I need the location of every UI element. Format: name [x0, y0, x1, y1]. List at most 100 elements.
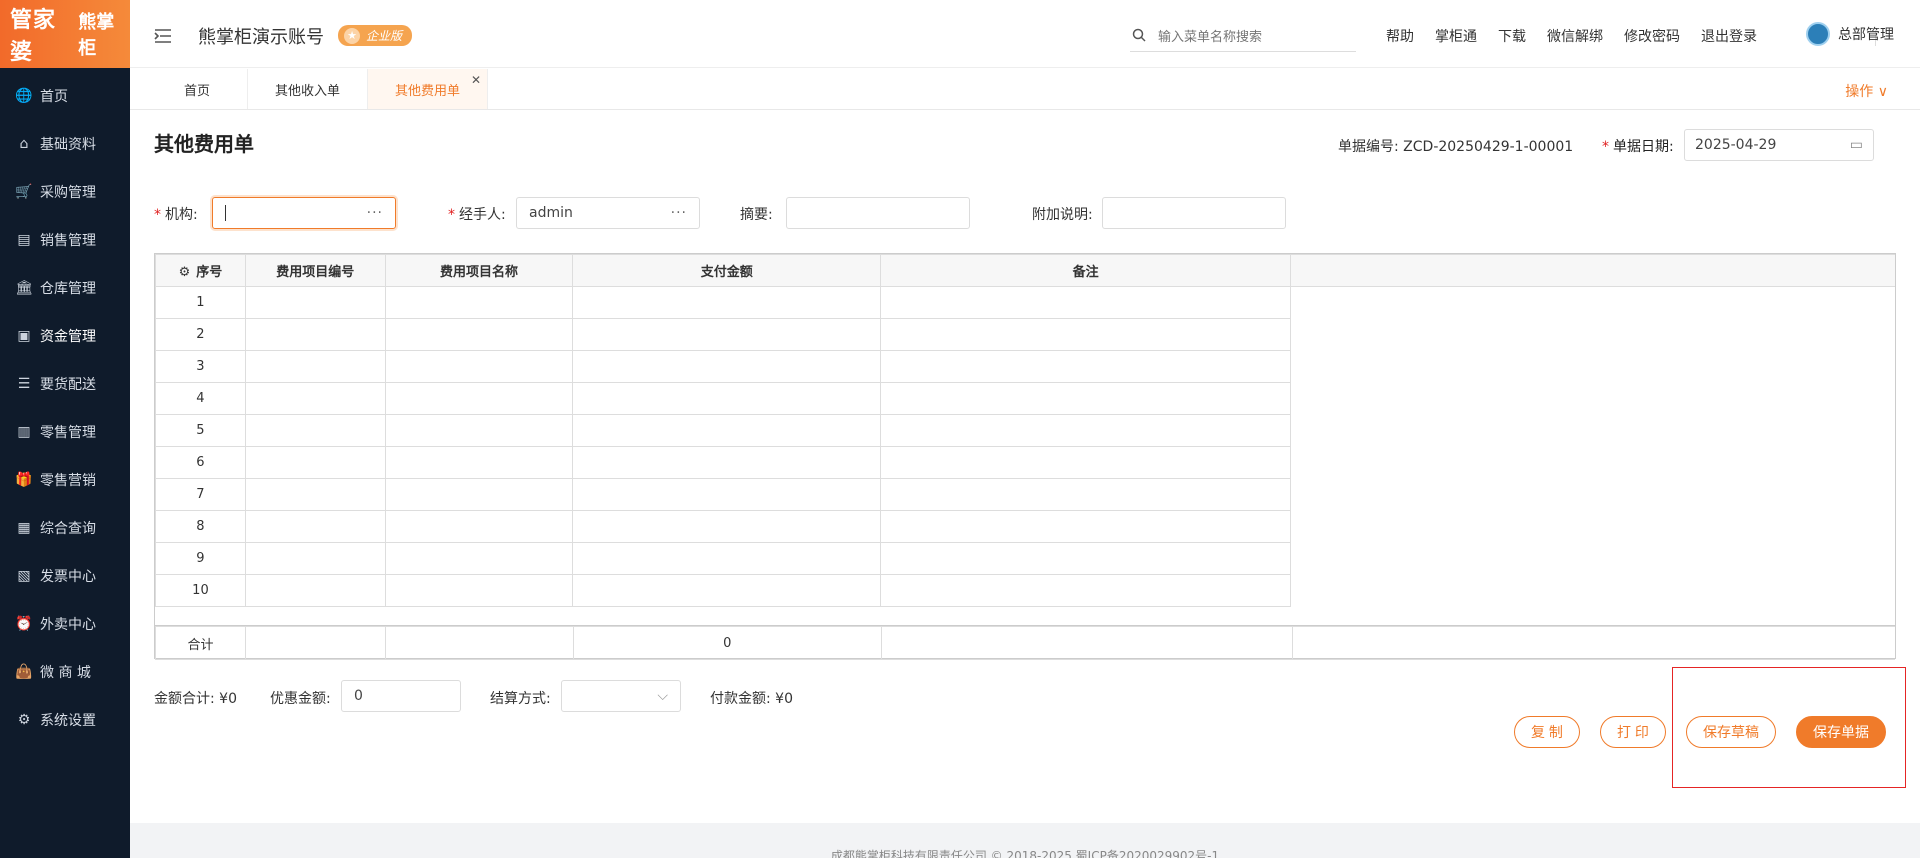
sidebar-item-3[interactable]: ▤ 销售管理: [0, 216, 130, 264]
header-link-4[interactable]: 修改密码: [1624, 26, 1680, 46]
gear-icon[interactable]: ⚙: [179, 265, 191, 280]
table-cell[interactable]: [384, 574, 574, 607]
sidebar-item-2[interactable]: 🛒 采购管理: [0, 168, 130, 216]
header-link-3[interactable]: 微信解绑: [1547, 26, 1603, 46]
header-link-1[interactable]: 掌柜通: [1435, 26, 1477, 46]
brand-logo[interactable]: 管家婆 熊掌柜: [0, 0, 130, 68]
table-cell[interactable]: [244, 350, 386, 383]
table-cell[interactable]: [879, 286, 1292, 319]
table-cell[interactable]: [244, 446, 386, 479]
table-cell[interactable]: [572, 318, 881, 351]
table-cell[interactable]: [879, 478, 1292, 511]
copy-button[interactable]: 复 制: [1514, 716, 1580, 748]
table-cell[interactable]: [572, 478, 881, 511]
sidebar-item-1[interactable]: ⌂ 基础资料: [0, 120, 130, 168]
table-row[interactable]: 5: [155, 414, 1896, 447]
table-row[interactable]: 10: [155, 574, 1896, 607]
table-cell[interactable]: [244, 574, 386, 607]
tab-home[interactable]: 首页: [130, 69, 248, 109]
menu-toggle-icon[interactable]: [154, 27, 172, 45]
table-cell[interactable]: [879, 510, 1292, 543]
more-icon[interactable]: ···: [671, 205, 687, 221]
table-cell[interactable]: [879, 414, 1292, 447]
table-row[interactable]: 6: [155, 446, 1896, 479]
table-cell[interactable]: [244, 478, 386, 511]
table-cell[interactable]: [244, 510, 386, 543]
tab-other-income[interactable]: 其他收入单: [248, 69, 368, 109]
org-field[interactable]: ···: [212, 197, 396, 229]
table-cell[interactable]: [384, 510, 574, 543]
table-cell[interactable]: [879, 446, 1292, 479]
total-cell: [384, 626, 574, 660]
sidebar-item-label: 系统设置: [40, 713, 96, 729]
table-row[interactable]: 4: [155, 382, 1896, 415]
table-cell[interactable]: [879, 350, 1292, 383]
table-cell[interactable]: [244, 414, 386, 447]
save-draft-button[interactable]: 保存草稿: [1686, 716, 1776, 748]
save-document-button[interactable]: 保存单据: [1796, 716, 1886, 748]
table-cell[interactable]: [244, 286, 386, 319]
header-link-2[interactable]: 下载: [1498, 26, 1526, 46]
table-row[interactable]: 1: [155, 286, 1896, 319]
search-input[interactable]: [1158, 29, 1348, 44]
table-cell[interactable]: [572, 382, 881, 415]
close-icon[interactable]: ✕: [471, 73, 481, 87]
note-field[interactable]: [1102, 197, 1286, 229]
handler-field[interactable]: admin ···: [516, 197, 700, 229]
sidebar-item-10[interactable]: ▧ 发票中心: [0, 552, 130, 600]
table-cell[interactable]: [384, 382, 574, 415]
avatar[interactable]: [1806, 22, 1830, 46]
table-cell[interactable]: [384, 542, 574, 575]
table-cell[interactable]: [384, 414, 574, 447]
table-cell[interactable]: [384, 286, 574, 319]
table-cell[interactable]: [572, 574, 881, 607]
summary-field[interactable]: [786, 197, 970, 229]
table-cell[interactable]: [879, 382, 1292, 415]
tab-other-expense[interactable]: 其他费用单 ✕: [368, 69, 488, 109]
table-cell[interactable]: [879, 318, 1292, 351]
col-index[interactable]: ⚙ 序号: [155, 254, 246, 287]
search-icon[interactable]: [1132, 28, 1148, 46]
table-row[interactable]: 9: [155, 542, 1896, 575]
sidebar-item-6[interactable]: ☰ 要货配送: [0, 360, 130, 408]
calendar-icon: ▭: [1849, 137, 1863, 153]
table-cell[interactable]: [572, 510, 881, 543]
table-cell[interactable]: [572, 446, 881, 479]
sidebar-item-4[interactable]: 🏛 仓库管理: [0, 264, 130, 312]
table-cell[interactable]: [244, 542, 386, 575]
table-cell[interactable]: [572, 350, 881, 383]
print-button[interactable]: 打 印: [1600, 716, 1666, 748]
operations-menu[interactable]: 操作 ∨: [1845, 81, 1888, 101]
table-row[interactable]: 3: [155, 350, 1896, 383]
user-menu[interactable]: 总部管理: [1806, 22, 1894, 46]
table-cell[interactable]: [879, 542, 1292, 575]
sidebar-item-11[interactable]: ⏰ 外卖中心: [0, 600, 130, 648]
settle-select[interactable]: ⌵: [561, 680, 681, 712]
table-cell[interactable]: [244, 382, 386, 415]
table-cell[interactable]: [384, 350, 574, 383]
table-row[interactable]: 7: [155, 478, 1896, 511]
sidebar-item-7[interactable]: ▥ 零售管理: [0, 408, 130, 456]
table-cell[interactable]: [384, 446, 574, 479]
more-icon[interactable]: ···: [367, 205, 383, 221]
doc-date-picker[interactable]: 2025-04-29 ▭: [1684, 129, 1874, 161]
sidebar-item-5[interactable]: ▣ 资金管理: [0, 312, 130, 360]
table-cell[interactable]: [572, 542, 881, 575]
table-cell[interactable]: [384, 478, 574, 511]
table-cell[interactable]: [572, 286, 881, 319]
sidebar-item-8[interactable]: 🎁 零售营销: [0, 456, 130, 504]
discount-input[interactable]: 0: [341, 680, 461, 712]
account-name: 熊掌柜演示账号: [198, 26, 324, 48]
table-cell[interactable]: [879, 574, 1292, 607]
sidebar-item-0[interactable]: 🌐 首页: [0, 72, 130, 120]
table-row[interactable]: 8: [155, 510, 1896, 543]
sidebar-item-13[interactable]: ⚙ 系统设置: [0, 696, 130, 744]
table-cell[interactable]: [244, 318, 386, 351]
header-link-0[interactable]: 帮助: [1386, 26, 1414, 46]
table-cell[interactable]: [384, 318, 574, 351]
table-cell[interactable]: [572, 414, 881, 447]
table-row[interactable]: 2: [155, 318, 1896, 351]
header-link-5[interactable]: 退出登录: [1701, 26, 1757, 46]
sidebar-item-9[interactable]: ▦ 综合查询: [0, 504, 130, 552]
sidebar-item-12[interactable]: 👜 微 商 城: [0, 648, 130, 696]
